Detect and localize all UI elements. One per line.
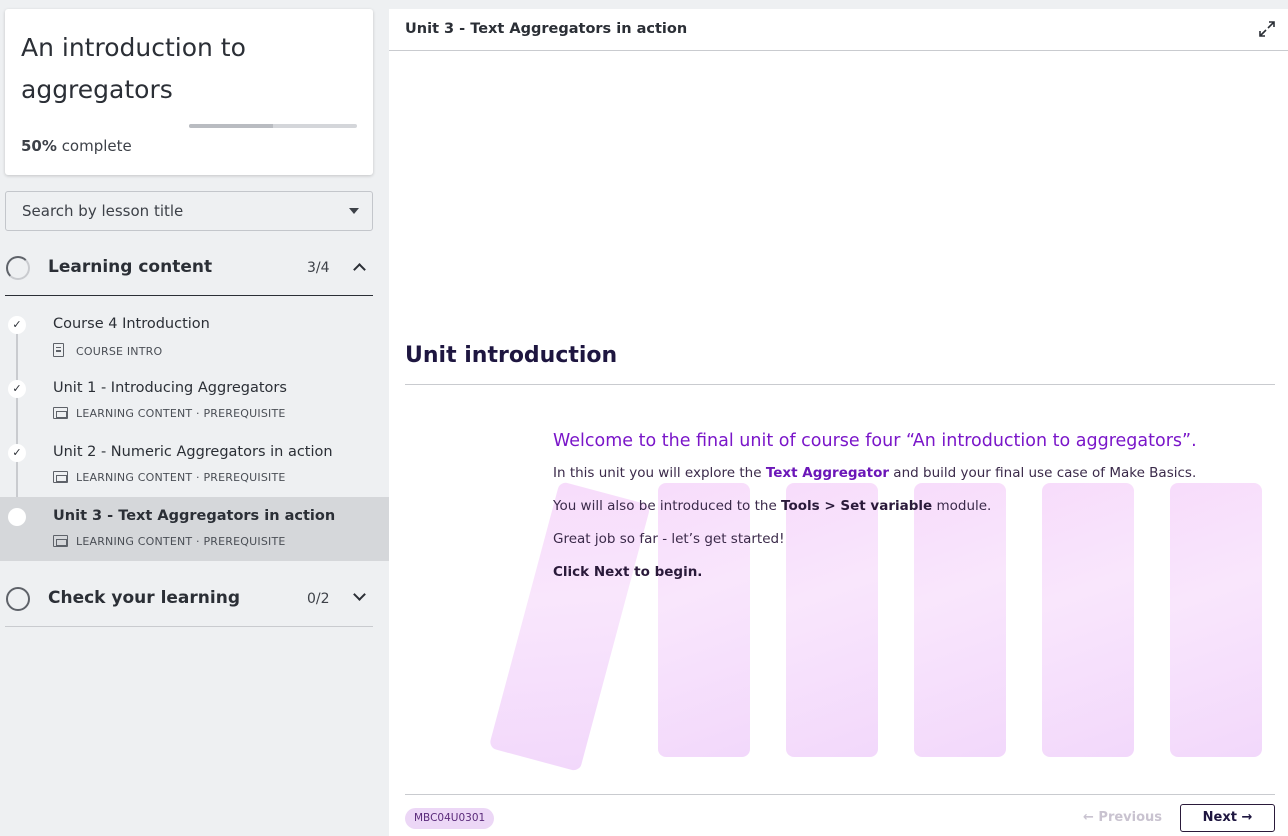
slides-icon <box>53 407 68 419</box>
section-progress-ring-icon <box>6 256 30 280</box>
lesson-header: Unit 3 - Text Aggregators in action <box>389 9 1288 51</box>
slides-icon <box>53 471 68 483</box>
lesson-item-unit-3[interactable]: Unit 3 - Text Aggregators in action LEAR… <box>0 497 389 561</box>
section-check-your-learning[interactable]: Check your learning 0/2 <box>5 571 373 627</box>
course-progress-fill <box>189 124 273 128</box>
caret-down-icon <box>349 208 359 214</box>
check-icon: ✓ <box>8 380 26 398</box>
intro-slide: Welcome to the final unit of course four… <box>405 385 1275 795</box>
lesson-item-course-intro[interactable]: ✓ Course 4 Introduction COURSE INTRO <box>0 305 389 369</box>
lesson-title: Unit 2 - Numeric Aggregators in action <box>53 444 333 460</box>
lesson-title: Unit 3 - Text Aggregators in action <box>53 508 336 524</box>
intro-paragraph-1: In this unit you will explore the Text A… <box>553 465 1197 481</box>
course-summary-card: An introduction to aggregators 50% compl… <box>5 9 373 175</box>
section-count: 3/4 <box>307 260 330 276</box>
lesson-meta: LEARNING CONTENT · PREREQUISITE <box>53 535 286 548</box>
course-progress-bar <box>189 124 357 128</box>
lesson-viewer: Unit 3 - Text Aggregators in action Unit… <box>389 9 1288 836</box>
lesson-title: Unit 1 - Introducing Aggregators <box>53 380 287 396</box>
slides-icon <box>53 535 68 547</box>
progress-percent: 50% <box>21 137 57 155</box>
document-icon <box>53 343 64 357</box>
course-sidebar: An introduction to aggregators 50% compl… <box>0 0 389 836</box>
chevron-up-icon[interactable] <box>353 263 366 276</box>
course-progress-text: 50% complete <box>21 137 132 155</box>
section-progress-ring-icon <box>6 587 30 611</box>
unit-heading: Unit introduction <box>405 343 618 368</box>
divider <box>405 794 1275 795</box>
search-placeholder: Search by lesson title <box>22 202 184 220</box>
section-learning-content[interactable]: Learning content 3/4 <box>5 240 373 296</box>
intro-paragraph-2: You will also be introduced to the Tools… <box>553 498 992 514</box>
check-icon: ✓ <box>8 444 26 462</box>
next-button[interactable]: Next → <box>1180 804 1275 832</box>
intro-paragraph-4: Click Next to begin. <box>553 564 703 580</box>
section-title: Check your learning <box>48 588 240 608</box>
check-icon: ✓ <box>8 316 26 334</box>
lesson-code-badge: MBC04U0301 <box>405 808 495 829</box>
lesson-item-unit-2[interactable]: ✓ Unit 2 - Numeric Aggregators in action… <box>0 433 389 497</box>
progress-suffix: complete <box>61 137 132 155</box>
lesson-header-title: Unit 3 - Text Aggregators in action <box>405 21 688 37</box>
lesson-search-dropdown[interactable]: Search by lesson title <box>5 191 373 231</box>
lesson-title: Course 4 Introduction <box>53 316 210 332</box>
previous-button[interactable]: ← Previous <box>1083 810 1162 825</box>
chevron-down-icon[interactable] <box>353 588 366 601</box>
expand-icon[interactable] <box>1258 20 1276 38</box>
welcome-heading: Welcome to the final unit of course four… <box>553 431 1197 451</box>
intro-paragraph-3: Great job so far - let’s get started! <box>553 531 785 547</box>
lesson-item-unit-1[interactable]: ✓ Unit 1 - Introducing Aggregators LEARN… <box>0 369 389 433</box>
lesson-meta: LEARNING CONTENT · PREREQUISITE <box>53 471 286 484</box>
section-count: 0/2 <box>307 591 330 607</box>
course-title: An introduction to aggregators <box>21 33 246 104</box>
lesson-meta: LEARNING CONTENT · PREREQUISITE <box>53 407 286 420</box>
current-lesson-dot-icon <box>8 508 26 526</box>
lesson-meta: COURSE INTRO <box>53 343 162 358</box>
intro-text: Welcome to the final unit of course four… <box>553 431 1253 596</box>
section-title: Learning content <box>48 257 213 277</box>
